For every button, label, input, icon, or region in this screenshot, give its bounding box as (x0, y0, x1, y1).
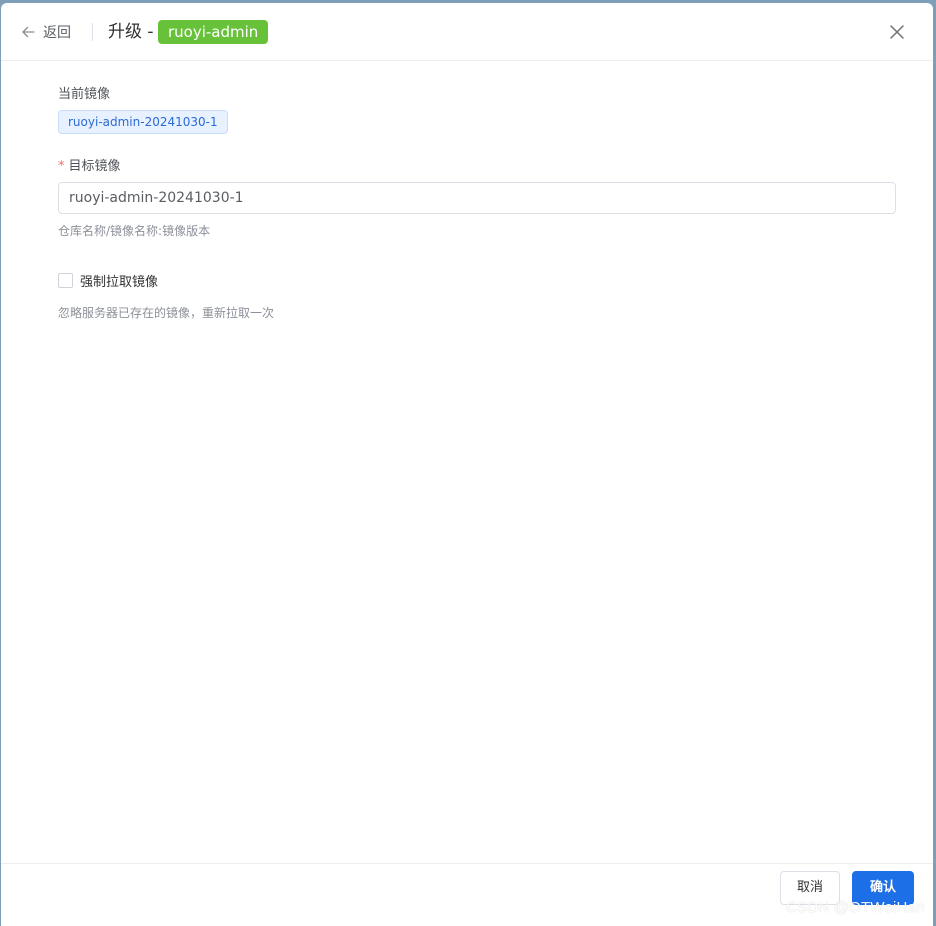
arrow-left-icon (22, 26, 35, 38)
required-mark: * (58, 159, 65, 174)
close-button[interactable] (887, 22, 907, 42)
close-icon (890, 25, 904, 39)
force-pull-checkbox[interactable] (58, 273, 73, 288)
force-pull-hint: 忽略服务器已存在的镜像，重新拉取一次 (58, 306, 275, 320)
target-image-hint: 仓库名称/镜像名称:镜像版本 (58, 224, 211, 238)
current-image-label: 当前镜像 (58, 87, 111, 102)
force-pull-label[interactable]: 强制拉取镜像 (80, 271, 158, 290)
header-divider (92, 23, 93, 41)
target-image-input-value: ruoyi-admin-20241030-1 (69, 190, 244, 206)
target-image-input[interactable]: ruoyi-admin-20241030-1 (58, 182, 896, 214)
app-name-tag: ruoyi-admin (158, 20, 269, 44)
dialog-header: 返回 升级 - ruoyi-admin (1, 3, 933, 61)
dialog-title: 升级 - (108, 22, 154, 42)
back-button[interactable]: 返回 (21, 21, 71, 43)
upgrade-dialog: 返回 升级 - ruoyi-admin 当前镜像 ruoyi-admin-202… (1, 3, 933, 926)
back-label: 返回 (43, 25, 71, 41)
current-image-tag: ruoyi-admin-20241030-1 (58, 110, 228, 134)
watermark: CSDN @OTWeiHan (786, 899, 925, 916)
target-image-label: * 目标镜像 (58, 155, 121, 174)
target-image-label-text: 目标镜像 (68, 159, 121, 174)
